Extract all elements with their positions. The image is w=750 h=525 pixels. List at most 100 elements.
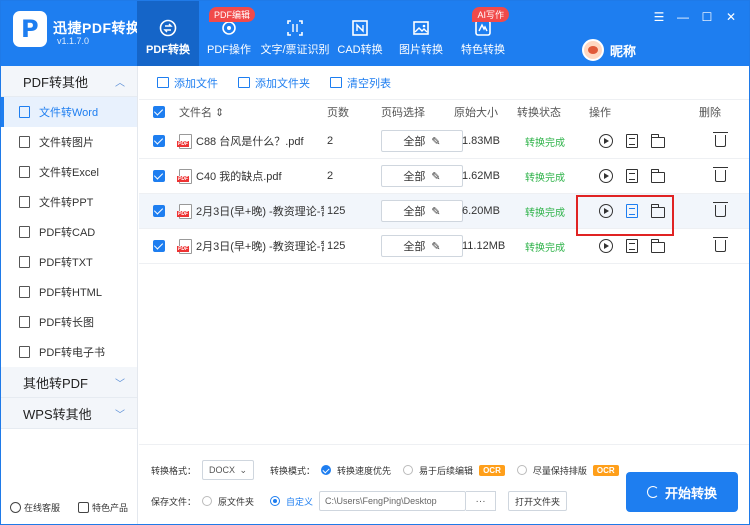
header-page-select: 页码选择 bbox=[381, 107, 425, 119]
document-icon[interactable] bbox=[626, 134, 638, 148]
sidebar: PDF转其他 ︿ 文件转Word 文件转图片 文件转Excel 文件转PPT P… bbox=[1, 66, 138, 524]
row-checkbox[interactable] bbox=[153, 170, 165, 182]
nav-label: 特色转换 bbox=[461, 44, 505, 56]
sidebar-item-to-ebook[interactable]: PDF转电子书 bbox=[1, 337, 137, 367]
edit-icon: ✎ bbox=[431, 135, 441, 148]
select-all-checkbox[interactable] bbox=[153, 106, 165, 118]
status-text: 转换完成 bbox=[525, 137, 565, 149]
nav-cad[interactable]: CAD转换 bbox=[331, 1, 389, 66]
user-profile[interactable]: 昵称 bbox=[582, 39, 636, 61]
page-select-button[interactable]: 全部 ✎ bbox=[381, 235, 463, 257]
page-select-button[interactable]: 全部 ✎ bbox=[381, 200, 463, 222]
menu-icon[interactable]: ☰ bbox=[647, 9, 671, 25]
open-folder-button[interactable]: 打开文件夹 bbox=[508, 491, 568, 511]
clear-list-button[interactable]: 清空列表 bbox=[330, 75, 391, 91]
sidebar-item-label: PDF转HTML bbox=[39, 287, 102, 299]
document-icon[interactable] bbox=[626, 239, 638, 253]
table-row[interactable]: C88 台风是什么？.pdf 2 全部✎ 1.83MB 转换完成 bbox=[139, 124, 749, 159]
page-select-button[interactable]: 全部 ✎ bbox=[381, 165, 463, 187]
save-original-radio[interactable] bbox=[202, 496, 213, 506]
minimize-icon[interactable]: — bbox=[671, 9, 695, 25]
folder-icon[interactable] bbox=[650, 238, 665, 253]
save-custom-radio[interactable] bbox=[270, 496, 281, 506]
table-header: 文件名 ⇕ 页数 页码选择 原始大小 转换状态 操作 删除 bbox=[139, 101, 749, 123]
sidebar-group-wps-to-other[interactable]: WPS转其他 ﹀ bbox=[1, 398, 137, 429]
start-convert-button[interactable]: 开始转换 bbox=[626, 472, 738, 512]
nav-pdf-convert[interactable]: PDF转换 bbox=[137, 1, 199, 66]
maximize-icon[interactable]: ☐ bbox=[695, 9, 719, 25]
sidebar-item-to-ppt[interactable]: 文件转PPT bbox=[1, 187, 137, 217]
app-version: v1.1.7.0 bbox=[57, 36, 90, 46]
play-icon[interactable] bbox=[599, 134, 613, 148]
sidebar-group-pdf-to-other[interactable]: PDF转其他 ︿ bbox=[1, 66, 137, 97]
nav-ocr[interactable]: 文字/票证识别 bbox=[259, 1, 331, 66]
sidebar-item-label: PDF转CAD bbox=[39, 227, 96, 239]
save-label: 保存文件： bbox=[151, 496, 197, 507]
sidebar-item-to-txt[interactable]: PDF转TXT bbox=[1, 247, 137, 277]
sidebar-item-to-image[interactable]: 文件转图片 bbox=[1, 127, 137, 157]
mode-edit-radio[interactable] bbox=[403, 465, 414, 475]
mode-layout-radio[interactable] bbox=[516, 465, 527, 475]
document-icon[interactable] bbox=[626, 169, 638, 183]
folder-icon[interactable] bbox=[650, 133, 665, 148]
save-row: 保存文件： 原文件夹 自定义 C:\Users\FengPing\Desktop… bbox=[151, 491, 568, 511]
sidebar-item-to-excel[interactable]: 文件转Excel bbox=[1, 157, 137, 187]
nav-image[interactable]: 图片转换 bbox=[389, 1, 453, 66]
row-actions bbox=[599, 133, 709, 148]
headset-icon bbox=[9, 502, 21, 513]
sidebar-item-to-word[interactable]: 文件转Word bbox=[1, 97, 137, 127]
page-select-button[interactable]: 全部 ✎ bbox=[381, 130, 463, 152]
sidebar-item-to-cad[interactable]: PDF转CAD bbox=[1, 217, 137, 247]
browse-button[interactable]: ··· bbox=[466, 491, 497, 511]
sidebar-item-to-html[interactable]: PDF转HTML bbox=[1, 277, 137, 307]
play-icon[interactable] bbox=[599, 169, 613, 183]
play-icon[interactable] bbox=[599, 239, 613, 253]
file-name: C88 台风是什么？.pdf bbox=[196, 136, 304, 148]
table-row[interactable]: C40 我的缺点.pdf 2 全部✎ 1.62MB 转换完成 bbox=[139, 159, 749, 194]
file-name: C40 我的缺点.pdf bbox=[196, 171, 282, 183]
sidebar-item-label: PDF转电子书 bbox=[39, 347, 105, 359]
pdf-convert-icon bbox=[159, 19, 177, 37]
row-checkbox[interactable] bbox=[153, 240, 165, 252]
save-original-label: 原文件夹 bbox=[218, 496, 255, 507]
row-checkbox[interactable] bbox=[153, 205, 165, 217]
edit-icon: ✎ bbox=[431, 170, 441, 183]
trash-icon[interactable] bbox=[713, 237, 728, 252]
nav-pdf-operation[interactable]: PDF编辑 PDF操作 bbox=[199, 1, 259, 66]
add-file-button[interactable]: 添加文件 bbox=[157, 75, 218, 91]
file-size: 1.83MB bbox=[462, 135, 500, 147]
nav-label: 图片转换 bbox=[399, 44, 443, 56]
products-link[interactable]: 特色产品 bbox=[77, 501, 128, 514]
format-select[interactable]: DOCX ⌄ bbox=[202, 460, 255, 480]
excel-icon bbox=[19, 166, 30, 178]
sidebar-item-label: 文件转图片 bbox=[39, 137, 94, 149]
trash-icon[interactable] bbox=[713, 132, 728, 147]
avatar bbox=[582, 39, 604, 61]
sidebar-item-to-long-image[interactable]: PDF转长图 bbox=[1, 307, 137, 337]
close-icon[interactable]: ✕ bbox=[719, 9, 743, 25]
refresh-icon bbox=[646, 486, 659, 498]
format-label: 转换格式： bbox=[151, 465, 197, 476]
header-status: 转换状态 bbox=[517, 107, 561, 119]
row-checkbox[interactable] bbox=[153, 135, 165, 147]
folder-icon[interactable] bbox=[650, 168, 665, 183]
header-ops: 操作 bbox=[589, 107, 611, 119]
mode-speed-radio[interactable] bbox=[321, 465, 332, 475]
online-service-link[interactable]: 在线客服 bbox=[9, 501, 60, 514]
add-folder-button[interactable]: 添加文件夹 bbox=[238, 75, 310, 91]
long-image-icon bbox=[19, 316, 30, 328]
nav-special[interactable]: AI写作 特色转换 bbox=[453, 1, 513, 66]
header-bar: P 迅捷PDF转换器 v1.1.7.0 PDF转换 PDF编辑 PDF操作 文字… bbox=[1, 1, 749, 66]
ppt-icon bbox=[19, 196, 30, 208]
row-actions bbox=[599, 168, 709, 183]
trash-icon[interactable] bbox=[713, 202, 728, 217]
cad-icon bbox=[19, 226, 30, 238]
header-filename[interactable]: 文件名 ⇕ bbox=[179, 104, 327, 120]
page-count: 125 bbox=[327, 205, 346, 217]
ocr-badge: OCR bbox=[592, 464, 619, 476]
mode-edit-label: 易于后续编辑 bbox=[419, 465, 474, 476]
sidebar-group-other-to-pdf[interactable]: 其他转PDF ﹀ bbox=[1, 367, 137, 398]
save-path-input[interactable]: C:\Users\FengPing\Desktop bbox=[319, 491, 467, 511]
mode-layout-label: 尽量保持排版 bbox=[532, 465, 587, 476]
trash-icon[interactable] bbox=[713, 167, 728, 182]
